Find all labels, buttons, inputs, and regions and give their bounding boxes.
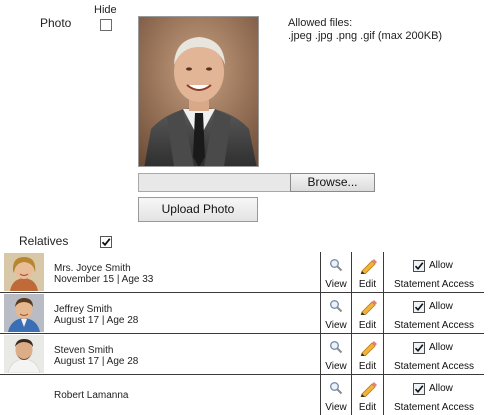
- allowed-files-note: Allowed files: .jpeg .jpg .png .gif (max…: [288, 17, 442, 43]
- relative-birthday: August 17: [54, 315, 100, 326]
- relative-row: Robert Lamanna View Edit Allow Statement…: [0, 375, 490, 415]
- statement-access-label: Statement Access: [393, 361, 475, 372]
- checkmark-icon: [101, 238, 111, 247]
- relatives-checkbox[interactable]: [100, 236, 112, 248]
- edit-label: Edit: [358, 402, 377, 413]
- view-label: View: [325, 279, 347, 290]
- statement-access-label: Statement Access: [393, 320, 475, 331]
- avatar: [4, 335, 44, 373]
- relative-row: Jeffrey Smith August 17 | Age 28 View Ed…: [0, 293, 490, 334]
- relative-name[interactable]: Mrs. Joyce Smith: [54, 263, 131, 274]
- allowed-files-types: .jpeg .jpg .png .gif (max 200KB): [288, 30, 443, 42]
- avatar: [4, 294, 44, 332]
- edit-relative-button[interactable]: Edit: [352, 334, 383, 375]
- hide-label: Hide: [94, 4, 117, 16]
- magnifier-icon: [329, 340, 343, 357]
- statement-access-cell: Statement Access: [384, 375, 484, 415]
- relative-birthday: August 17: [54, 356, 100, 367]
- browse-button[interactable]: Browse...: [290, 173, 375, 192]
- edit-relative-button[interactable]: Edit: [352, 293, 383, 334]
- statement-access-label: Statement Access: [393, 402, 475, 413]
- view-relative-button[interactable]: View: [321, 334, 351, 375]
- profile-photo: [138, 16, 259, 167]
- view-label: View: [325, 402, 347, 413]
- statement-access-cell: Statement Access: [384, 293, 484, 334]
- relative-name[interactable]: Jeffrey Smith: [54, 304, 112, 315]
- statement-access-cell: Statement Access: [384, 252, 484, 293]
- view-relative-button[interactable]: View: [321, 252, 351, 293]
- edit-label: Edit: [358, 361, 377, 372]
- pencil-icon: [359, 258, 377, 277]
- photo-label: Photo: [40, 16, 72, 30]
- relative-birthday-age: August 17 | Age 28: [54, 356, 138, 367]
- separator: |: [101, 356, 105, 367]
- relative-birthday-age: August 17 | Age 28: [54, 315, 138, 326]
- relative-age: Age 33: [121, 274, 154, 285]
- statement-access-label: Statement Access: [393, 279, 475, 290]
- allowed-files-label: Allowed files:: [288, 17, 353, 29]
- statement-access-cell: Statement Access: [384, 334, 484, 375]
- profile-photo-relatives-panel: Photo Hide Allowed files: .jpeg .jpg .pn…: [0, 0, 490, 415]
- woman-avatar-image: [4, 253, 44, 291]
- edit-relative-button[interactable]: Edit: [352, 252, 383, 293]
- view-label: View: [325, 320, 347, 331]
- edit-relative-button[interactable]: Edit: [352, 375, 383, 415]
- relative-birthday: November 15: [54, 274, 115, 285]
- magnifier-icon: [329, 299, 343, 316]
- relatives-label: Relatives: [19, 234, 69, 248]
- upload-photo-button[interactable]: Upload Photo: [138, 197, 258, 222]
- edit-label: Edit: [358, 279, 377, 290]
- man-avatar-image: [4, 335, 44, 373]
- magnifier-icon: [329, 258, 343, 275]
- relative-name[interactable]: Robert Lamanna: [54, 390, 129, 401]
- separator: |: [101, 315, 105, 326]
- relative-name[interactable]: Steven Smith: [54, 345, 113, 356]
- pencil-icon: [359, 299, 377, 318]
- relative-age: Age 28: [106, 315, 139, 326]
- separator: |: [116, 274, 120, 285]
- magnifier-icon: [329, 381, 343, 398]
- view-relative-button[interactable]: View: [321, 293, 351, 334]
- relative-row: Mrs. Joyce Smith November 15 | Age 33 Vi…: [0, 252, 490, 293]
- pencil-icon: [359, 381, 377, 400]
- pencil-icon: [359, 340, 377, 359]
- relative-age: Age 28: [106, 356, 139, 367]
- relative-birthday-age: November 15 | Age 33: [54, 274, 153, 285]
- edit-label: Edit: [358, 320, 377, 331]
- view-relative-button[interactable]: View: [321, 375, 351, 415]
- file-path-input[interactable]: [138, 173, 291, 192]
- avatar: [4, 253, 44, 291]
- relative-row: Steven Smith August 17 | Age 28 View Edi…: [0, 334, 490, 375]
- man-avatar-image: [4, 294, 44, 332]
- hide-photo-checkbox[interactable]: [100, 19, 112, 31]
- view-label: View: [325, 361, 347, 372]
- elderly-man-portrait-image: [139, 17, 258, 166]
